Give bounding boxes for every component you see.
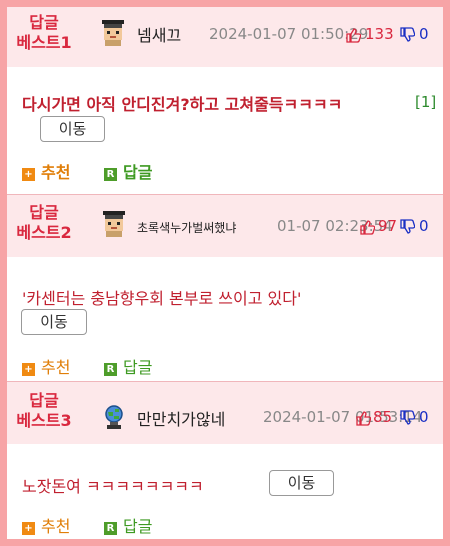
move-button[interactable]: 이동 [21, 309, 87, 335]
reply-r-icon: R [104, 168, 117, 181]
reply-label: 답글 [123, 163, 153, 182]
recommend-button[interactable]: + 추천 [22, 513, 70, 537]
reply-r-icon: R [104, 363, 117, 376]
plus-icon: + [22, 522, 35, 535]
best-badge: 답글 베스트3 [13, 391, 75, 431]
reply-content: 다시가면 아직 안디진겨?하고 고쳐줄득ㅋㅋㅋㅋ [22, 95, 343, 114]
upvote-count: 97 [378, 217, 398, 235]
upvote-count: 85 [373, 408, 393, 426]
recommend-label: 추천 [41, 358, 71, 377]
best-reply-card: 답글 베스트2 초록색누가벌써했냐 01-07 02:23:54 97 0 '카… [7, 195, 443, 381]
best-badge: 답글 베스트1 [13, 13, 75, 53]
best-replies-panel: 답글 베스트1 넴새끄 2024-01-07 01:50:29 133 0 다시… [7, 7, 443, 539]
badge-rank: 베스트1 [16, 33, 72, 52]
move-button[interactable]: 이동 [269, 470, 334, 496]
badge-label: 답글 [29, 13, 59, 32]
reply-button[interactable]: R 답글 [104, 354, 152, 378]
reply-label: 답글 [123, 358, 153, 377]
post-datetime: 01-07 02:23:54 [277, 217, 393, 235]
nickname-link[interactable]: 만만치가않네 [137, 406, 225, 430]
thumbs-up-icon[interactable] [355, 410, 371, 426]
best-reply-card: 답글 베스트1 넴새끄 2024-01-07 01:50:29 133 0 다시… [7, 7, 443, 195]
badge-rank: 베스트3 [16, 411, 72, 430]
badge-label: 답글 [29, 203, 59, 222]
recommend-label: 추천 [41, 163, 71, 182]
reply-content: 노잣돈여 ㅋㅋㅋㅋㅋㅋㅋㅋ [22, 477, 204, 496]
downvote-count: 0 [419, 408, 429, 426]
best-reply-card: 답글 베스트3 만만치가않네 2024-01-07 01:53:14 85 0 … [7, 382, 443, 539]
nickname-link[interactable]: 넴새끄 [137, 22, 181, 46]
reply-r-icon: R [104, 522, 117, 535]
reply-header: 답글 베스트3 만만치가않네 2024-01-07 01:53:14 85 0 [7, 382, 443, 444]
plus-icon: + [22, 168, 35, 181]
thumbs-down-icon[interactable] [399, 27, 415, 43]
thumbs-down-icon[interactable] [399, 410, 415, 426]
nickname-link[interactable]: 초록색누가벌써했냐 [137, 219, 236, 236]
blue-globe-avatar-icon[interactable] [100, 403, 128, 431]
move-button[interactable]: 이동 [40, 116, 105, 142]
thumbs-down-icon[interactable] [399, 219, 415, 235]
thumbs-up-icon[interactable] [359, 219, 375, 235]
pixel-man-avatar-icon[interactable] [100, 210, 128, 238]
upvote-count: 133 [365, 25, 394, 43]
downvote-count: 0 [419, 25, 429, 43]
reply-label: 답글 [123, 517, 153, 536]
recommend-button[interactable]: + 추천 [22, 159, 70, 183]
recommend-label: 추천 [41, 517, 71, 536]
reply-button[interactable]: R 답글 [104, 159, 152, 183]
reply-content: '카센터는 충남향우회 본부로 쓰이고 있다' [22, 289, 302, 308]
reply-button[interactable]: R 답글 [104, 513, 152, 537]
recommend-button[interactable]: + 추천 [22, 354, 70, 378]
thumbs-up-icon[interactable] [345, 27, 361, 43]
downvote-count: 0 [419, 217, 429, 235]
badge-label: 답글 [29, 391, 59, 410]
plus-icon: + [22, 363, 35, 376]
badge-rank: 베스트2 [16, 223, 72, 242]
pixel-man-avatar-icon[interactable] [99, 19, 127, 47]
reply-count[interactable]: [1] [415, 93, 436, 111]
best-badge: 답글 베스트2 [13, 203, 75, 243]
reply-header: 답글 베스트1 넴새끄 2024-01-07 01:50:29 133 0 [7, 7, 443, 67]
reply-header: 답글 베스트2 초록색누가벌써했냐 01-07 02:23:54 97 0 [7, 195, 443, 257]
